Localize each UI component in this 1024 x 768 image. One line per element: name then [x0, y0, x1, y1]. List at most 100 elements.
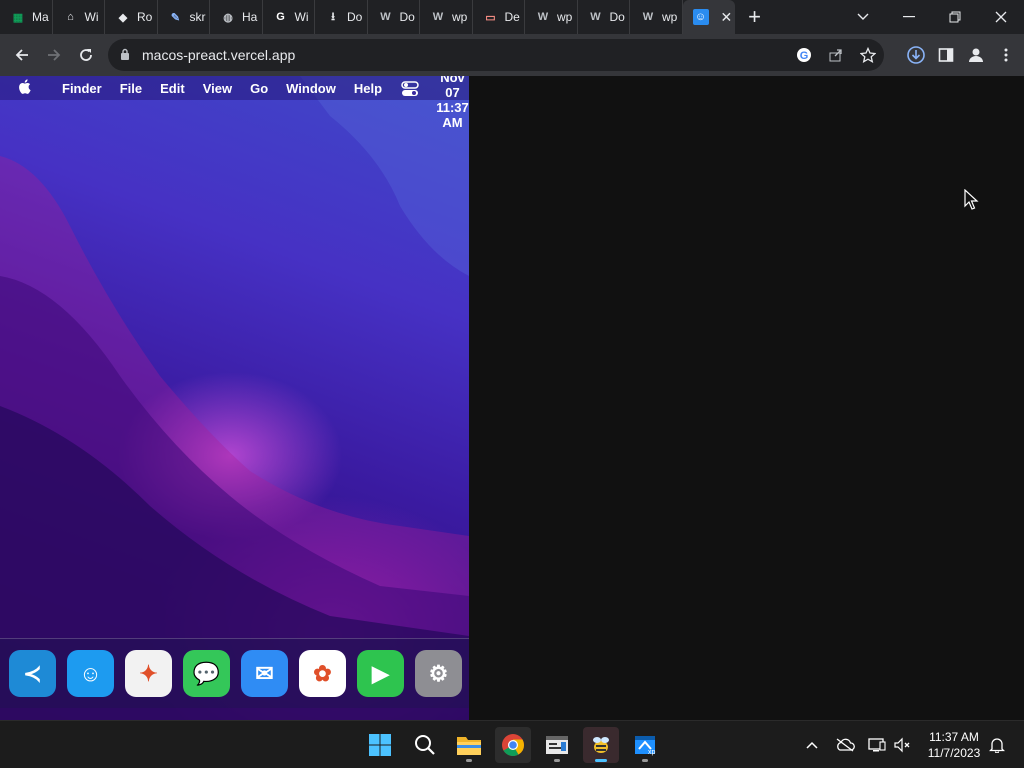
globe-icon: ◍ — [223, 11, 233, 24]
clock-day: 07 — [445, 85, 460, 100]
mac-dock: ≺ ☺ ✦ 💬 ✉ ✿ ▶ ⚙ — [0, 638, 469, 708]
browser-tab[interactable]: ◍ Ha — [210, 0, 263, 34]
tab-title: wp — [557, 10, 573, 24]
safari-icon[interactable]: ✦ — [125, 650, 172, 697]
tab-title: Do — [399, 10, 415, 24]
xp-app-taskbar-button[interactable]: xp — [627, 727, 663, 763]
system-time: 11:37 AM — [929, 730, 979, 744]
forward-button[interactable] — [38, 39, 70, 71]
start-button[interactable] — [362, 727, 398, 763]
finder-icon[interactable]: ☺ — [67, 650, 114, 697]
tab-title: Do — [347, 10, 363, 24]
download-icon[interactable] — [906, 45, 926, 65]
folder-icon — [457, 737, 481, 755]
mac-menu-finder[interactable]: Finder — [53, 81, 111, 96]
mac-menu-view[interactable]: View — [194, 81, 241, 96]
profile-icon[interactable] — [966, 45, 986, 65]
chrome-taskbar-button[interactable] — [495, 727, 531, 763]
windows-logo-icon — [369, 734, 391, 756]
bee-app-taskbar-button[interactable] — [583, 727, 619, 763]
side-panel-icon[interactable] — [936, 45, 956, 65]
chrome-icon — [502, 734, 524, 756]
browser-tab[interactable]: ⭳ Do — [315, 0, 368, 34]
bookmark-star-icon[interactable] — [858, 45, 878, 65]
reload-icon — [80, 49, 92, 61]
volume-muted-icon[interactable] — [890, 733, 914, 757]
system-date: 11/7/2023 — [927, 746, 981, 760]
network-icon[interactable] — [865, 733, 889, 757]
mac-menu-window[interactable]: Window — [277, 81, 345, 96]
tab-title: wp — [662, 10, 678, 24]
mac-menu-bar: Finder File Edit View Go Window Help — [0, 76, 469, 100]
photos-icon[interactable]: ✿ — [299, 650, 346, 697]
mail-icon[interactable]: ✉ — [241, 650, 288, 697]
mac-menu-file[interactable]: File — [111, 81, 151, 96]
w-icon: W — [590, 11, 601, 23]
mac-menu-help[interactable]: Help — [345, 81, 391, 96]
share-icon[interactable] — [826, 45, 846, 65]
address-bar[interactable]: macos-preact.vercel.app G — [108, 39, 884, 71]
arrow-left-icon — [15, 49, 28, 61]
google-lens-icon[interactable]: G — [794, 45, 814, 65]
sheets-icon: ▦ — [12, 11, 24, 24]
tab-search-button[interactable] — [840, 0, 886, 34]
browser-tab[interactable]: G Wi — [263, 0, 315, 34]
close-window-button[interactable] — [978, 0, 1024, 34]
feather-icon: ✎ — [170, 11, 181, 24]
system-clock[interactable]: 11:37 AM 11/7/2023 — [918, 729, 990, 761]
tab-title: skr — [189, 10, 206, 24]
browser-tab[interactable]: Wwp — [420, 0, 473, 34]
browser-tab[interactable]: ▦ Ma — [0, 0, 53, 34]
url-text[interactable]: macos-preact.vercel.app — [142, 47, 295, 63]
control-center-icon[interactable] — [401, 81, 419, 97]
windows-taskbar: xp 11:37 AM 11/7/2023 — [0, 720, 1024, 768]
tab-title: Ha — [242, 10, 258, 24]
back-button[interactable] — [6, 39, 38, 71]
notifications-icon[interactable] — [985, 733, 1009, 757]
tab-title: wp — [452, 10, 468, 24]
clock-ampm: AM — [442, 115, 463, 130]
mac-menu-go[interactable]: Go — [241, 81, 277, 96]
system-preferences-icon[interactable]: ⚙ — [415, 650, 462, 697]
browser-tab[interactable]: ✎ skr — [158, 0, 210, 34]
browser-tab[interactable]: W Do — [578, 0, 630, 34]
tab-title: Wi — [294, 10, 309, 24]
tab-title: Ro — [137, 10, 153, 24]
close-tab-icon[interactable]: ✕ — [721, 9, 733, 26]
vscode-icon[interactable]: ≺ — [9, 650, 56, 697]
browser-tab[interactable]: ◆ Ro — [105, 0, 158, 34]
browser-tab[interactable]: ▭ De — [473, 0, 525, 34]
download-icon: ⭳ — [331, 10, 335, 23]
restore-button[interactable] — [932, 0, 978, 34]
messages-icon[interactable]: 💬 — [183, 650, 230, 697]
chevron-up-icon — [806, 741, 818, 749]
onedrive-icon[interactable] — [833, 733, 857, 757]
facetime-icon[interactable]: ▶ — [357, 650, 404, 697]
menu-kebab-icon[interactable] — [996, 45, 1016, 65]
show-hidden-icons-button[interactable] — [800, 733, 824, 757]
google-icon: G — [276, 11, 285, 23]
apple-logo-icon[interactable] — [18, 78, 42, 98]
terminal-taskbar-button[interactable] — [539, 727, 575, 763]
mac-menu-edit[interactable]: Edit — [151, 81, 194, 96]
file-explorer-button[interactable] — [451, 727, 487, 763]
wallpaper — [0, 76, 469, 720]
search-icon — [415, 735, 435, 755]
browser-tab-active[interactable]: ☺ ✕ — [682, 0, 735, 34]
mouse-cursor-icon — [964, 189, 979, 210]
reload-button[interactable] — [70, 39, 102, 71]
w-icon: W — [380, 11, 391, 23]
clock-month: Nov — [440, 76, 465, 85]
browser-tab[interactable]: Wwp — [630, 0, 683, 34]
new-tab-button[interactable]: + — [735, 0, 775, 34]
svg-text:xp: xp — [648, 749, 656, 756]
minimize-button[interactable] — [886, 0, 932, 34]
tab-title: Wi — [84, 10, 99, 24]
browser-tab[interactable]: ⌂ Wi — [53, 0, 105, 34]
browser-tab[interactable]: W Do — [368, 0, 420, 34]
web-page: Finder File Edit View Go Window Help Nov 07 11… — [0, 76, 1024, 720]
search-button[interactable] — [407, 727, 443, 763]
browser-toolbar: macos-preact.vercel.app G — [0, 34, 1024, 76]
clock-time: 11:37 — [436, 100, 469, 115]
browser-tab[interactable]: Wwp — [525, 0, 578, 34]
